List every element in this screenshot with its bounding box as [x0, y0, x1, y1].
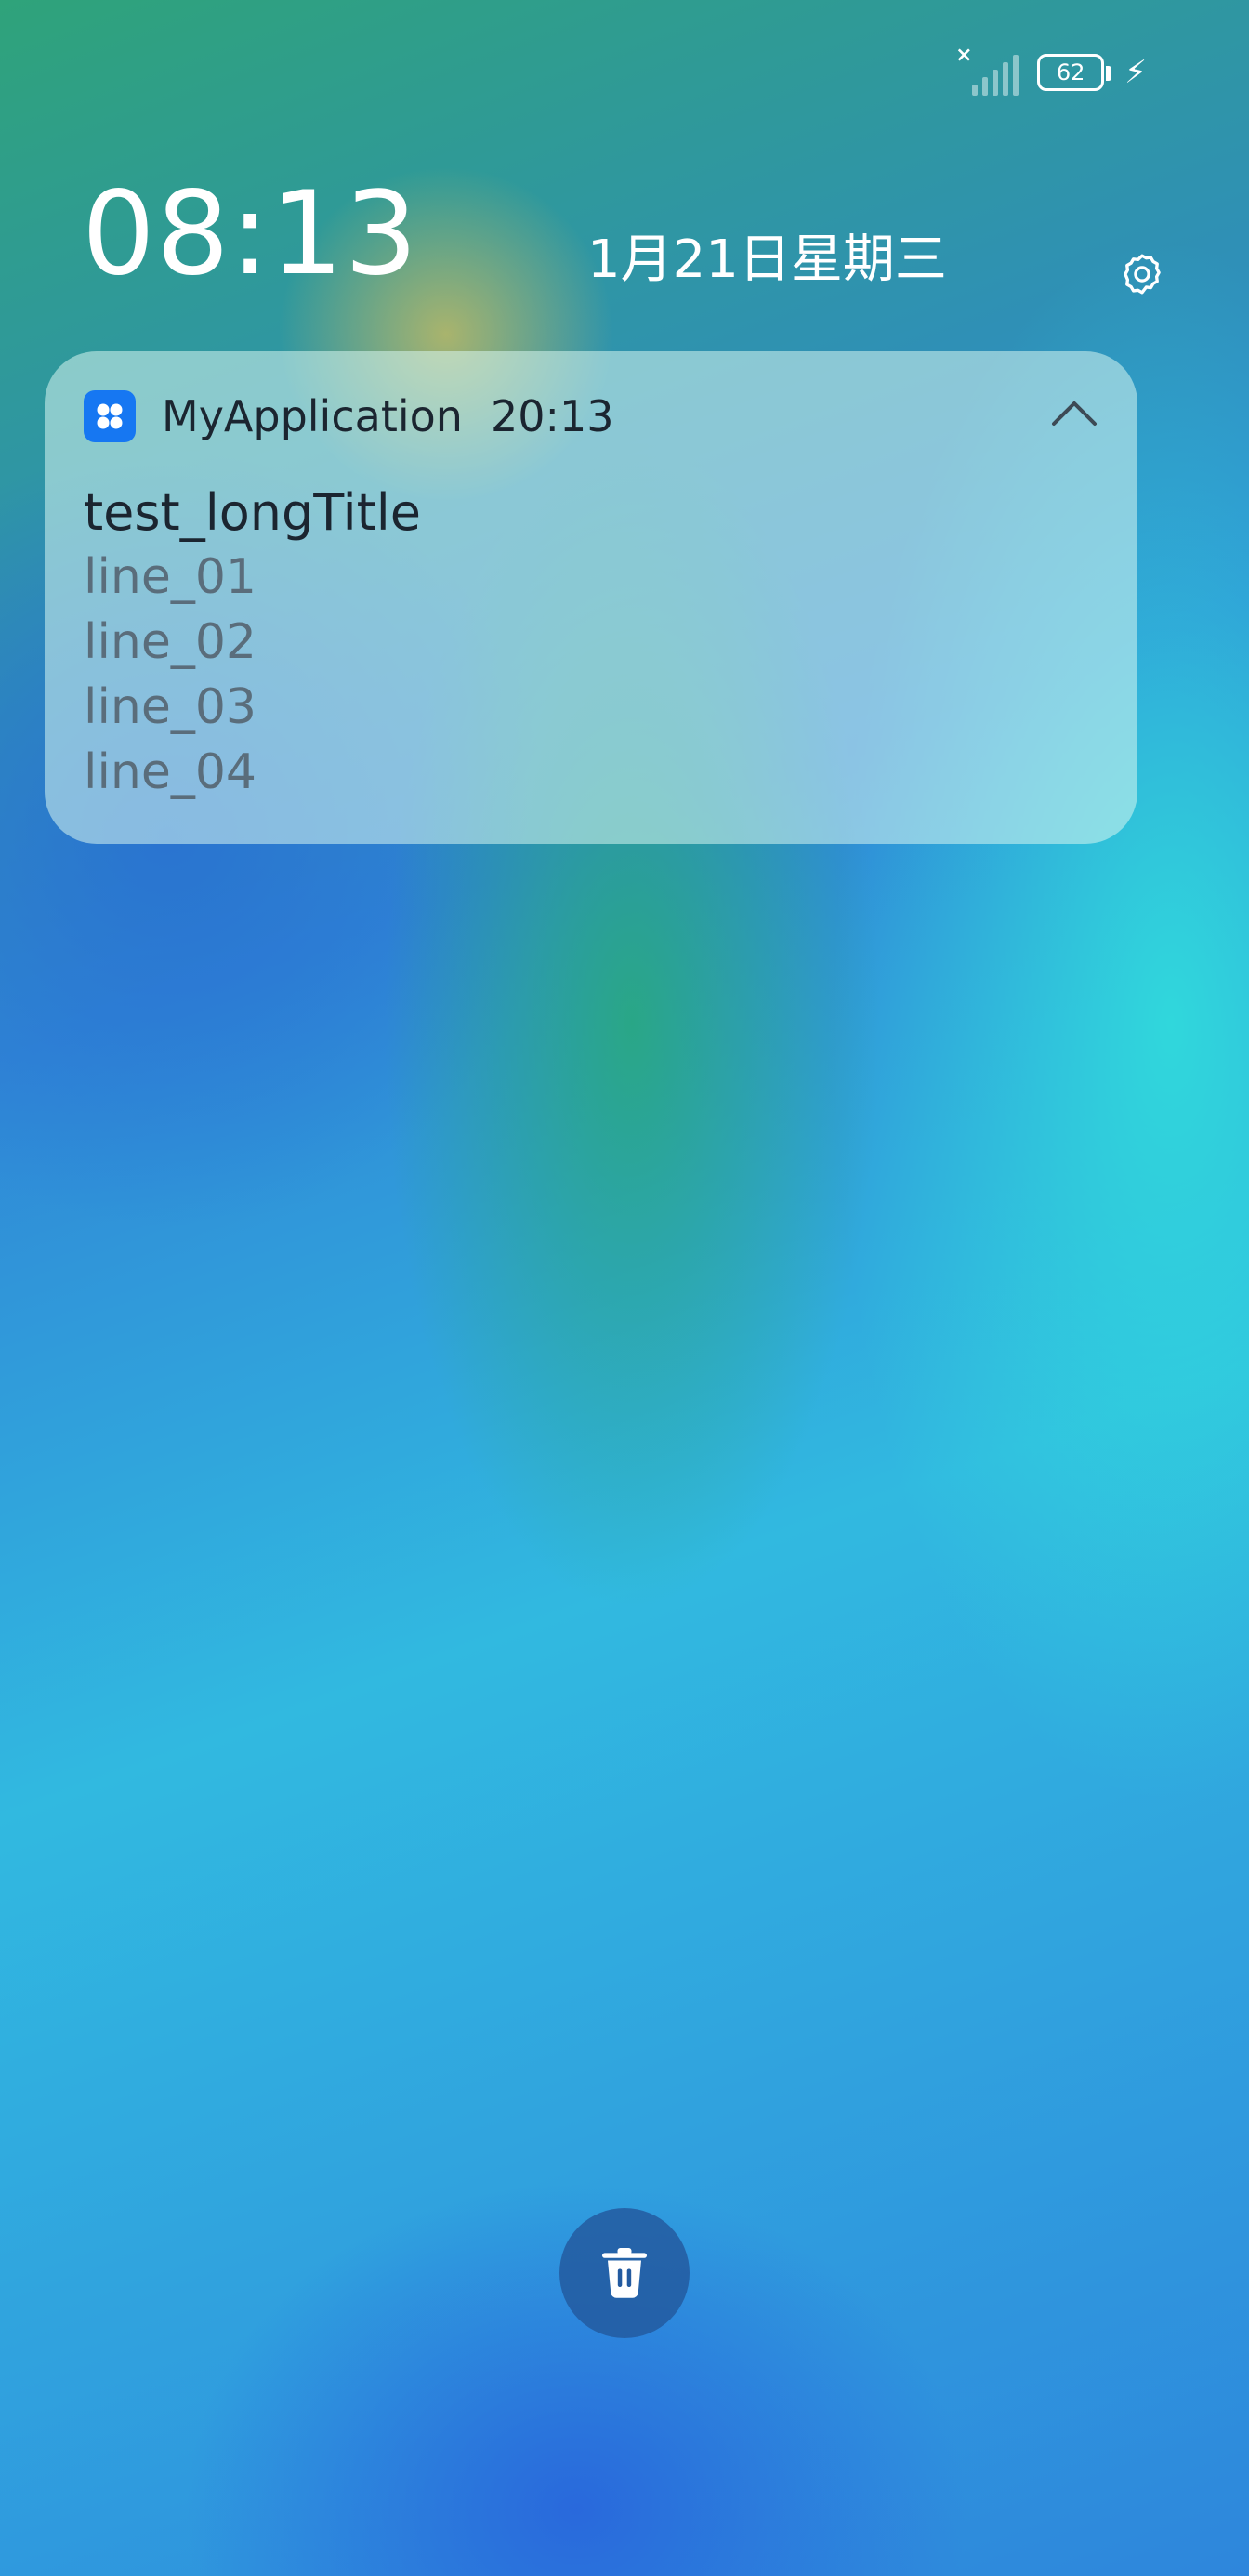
- notification-header: MyApplication 20:13: [84, 388, 614, 444]
- lock-date: 1月21日星期三: [587, 230, 947, 290]
- status-bar: × 62 ⚡: [955, 44, 1147, 99]
- lock-clock: 08:13: [82, 167, 419, 301]
- notification-lines: line_01 line_02 line_03 line_04: [84, 545, 256, 805]
- battery-icon: 62: [1037, 54, 1112, 91]
- signal-icon: ×: [955, 44, 1020, 96]
- notification-line: line_01: [84, 549, 257, 605]
- clear-all-button[interactable]: [559, 2208, 690, 2338]
- bolt-icon: ⚡: [1124, 54, 1147, 91]
- notification-line: line_03: [84, 679, 257, 735]
- notification-line: line_04: [84, 744, 257, 800]
- notification-line: line_02: [84, 614, 257, 670]
- gear-icon[interactable]: [1119, 251, 1165, 297]
- trash-icon: [602, 2248, 647, 2298]
- app-grid-icon: [84, 390, 136, 442]
- chevron-up-icon[interactable]: [1050, 394, 1098, 431]
- notification-card[interactable]: MyApplication 20:13 test_longTitle line_…: [45, 351, 1137, 844]
- notification-title: test_longTitle: [84, 483, 421, 542]
- no-service-mark: ×: [955, 44, 973, 67]
- notification-time: 20:13: [490, 391, 614, 441]
- battery-level: 62: [1056, 59, 1085, 85]
- app-name: MyApplication: [162, 391, 463, 441]
